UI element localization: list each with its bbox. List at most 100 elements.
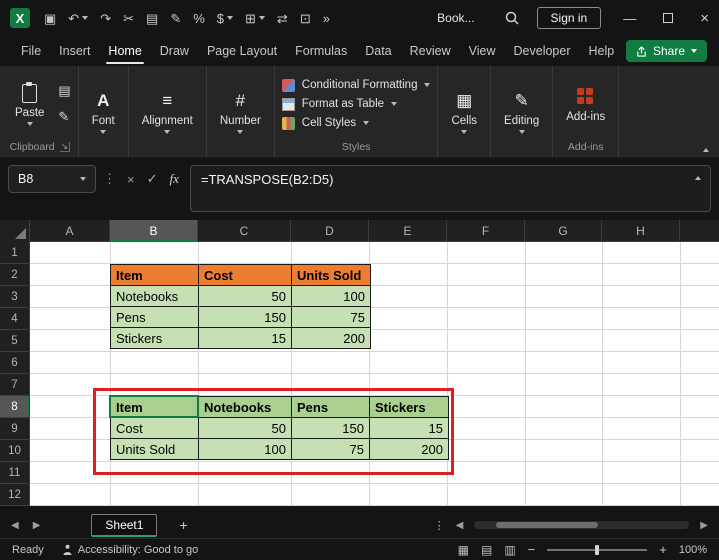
cells-button[interactable]: ▦ Cells <box>445 88 483 136</box>
tab-data[interactable]: Data <box>356 37 400 65</box>
new-sheet-button[interactable]: + <box>179 517 187 533</box>
tab-developer[interactable]: Developer <box>505 37 580 65</box>
column-header-f[interactable]: F <box>447 220 525 242</box>
tab-draw[interactable]: Draw <box>151 37 198 65</box>
scrollbar-thumb[interactable] <box>496 522 599 528</box>
cell-B4[interactable]: Pens <box>110 306 199 328</box>
row-header-2[interactable]: 2 <box>0 264 30 286</box>
insert-function-icon[interactable]: fx <box>170 171 179 187</box>
more-commands-icon[interactable]: » <box>323 12 330 25</box>
font-button[interactable]: A Font <box>86 88 121 136</box>
scroll-right-icon[interactable]: ▶ <box>697 520 711 531</box>
cell-E10[interactable]: 200 <box>369 438 449 460</box>
cell-D8[interactable]: Pens <box>291 396 370 418</box>
row-header-5[interactable]: 5 <box>0 330 30 352</box>
cell-C3[interactable]: 50 <box>198 285 292 307</box>
cell-B2[interactable]: Item <box>110 264 199 286</box>
formula-bar-options-icon[interactable]: ⋮ <box>103 165 116 187</box>
tab-view[interactable]: View <box>460 37 505 65</box>
addins-button[interactable]: Add-ins <box>560 84 611 125</box>
accessibility-checker[interactable]: Accessibility: Good to go <box>62 544 198 556</box>
row-header-7[interactable]: 7 <box>0 374 30 396</box>
cancel-icon[interactable]: × <box>127 172 135 187</box>
row-header-1[interactable]: 1 <box>0 242 30 264</box>
cell-B3[interactable]: Notebooks <box>110 285 199 307</box>
sheet-tab-sheet1[interactable]: Sheet1 <box>91 513 158 537</box>
clipboard-dialog-launcher[interactable]: ↘ <box>59 142 71 152</box>
zoom-slider-thumb[interactable] <box>595 544 600 555</box>
format-painter-icon[interactable]: ✎ <box>170 12 181 25</box>
prev-sheet-icon[interactable]: ◀ <box>8 520 22 531</box>
cell-D2[interactable]: Units Sold <box>291 264 371 286</box>
column-header-a[interactable]: A <box>30 220 110 242</box>
normal-view-icon[interactable]: ▦ <box>458 543 469 557</box>
cell-B8[interactable]: Item <box>110 396 199 418</box>
copy-button[interactable]: ▤ <box>58 83 70 99</box>
enter-icon[interactable]: ✓ <box>147 171 158 187</box>
zoom-in-icon[interactable]: + <box>659 542 667 557</box>
formula-input[interactable]: =TRANSPOSE(B2:D5) <box>189 165 711 212</box>
row-header-3[interactable]: 3 <box>0 286 30 308</box>
close-button[interactable]: × <box>700 10 709 27</box>
cell-D10[interactable]: 75 <box>291 438 370 460</box>
cell-E9[interactable]: 15 <box>369 417 449 439</box>
cell-C2[interactable]: Cost <box>198 264 292 286</box>
column-header-h[interactable]: H <box>602 220 680 242</box>
scrollbar-options-icon[interactable]: ⋮ <box>434 519 445 532</box>
next-sheet-icon[interactable]: ▶ <box>30 520 44 531</box>
row-header-9[interactable]: 9 <box>0 418 30 440</box>
search-icon[interactable] <box>505 11 519 25</box>
column-header-g[interactable]: G <box>525 220 602 242</box>
tab-help[interactable]: Help <box>580 37 624 65</box>
save-icon[interactable]: ▣ <box>44 12 56 25</box>
excel-logo-icon[interactable]: X <box>10 8 30 28</box>
column-header-b[interactable]: B <box>110 220 198 242</box>
conditional-formatting-button[interactable]: Conditional Formatting <box>281 78 431 92</box>
row-header-4[interactable]: 4 <box>0 308 30 330</box>
cell-C9[interactable]: 50 <box>198 417 292 439</box>
undo-icon[interactable]: ↶ <box>68 12 89 25</box>
editing-button[interactable]: ✎ Editing <box>498 88 545 136</box>
cell-B5[interactable]: Stickers <box>110 327 199 349</box>
cut-icon[interactable]: ✂ <box>123 12 134 25</box>
cell-styles-button[interactable]: Cell Styles <box>281 116 431 130</box>
number-button[interactable]: # Number <box>214 88 267 136</box>
row-header-6[interactable]: 6 <box>0 352 30 374</box>
cells-area[interactable]: Item Cost Units Sold Notebooks 50 100 Pe… <box>30 242 719 506</box>
minimize-button[interactable]: — <box>623 11 636 26</box>
scrollbar-track[interactable] <box>474 521 690 529</box>
merge-center-icon[interactable]: ⇄ <box>277 12 288 25</box>
collapse-ribbon-icon[interactable] <box>703 148 709 152</box>
tab-formulas[interactable]: Formulas <box>286 37 356 65</box>
tab-home[interactable]: Home <box>99 37 150 65</box>
cell-B9[interactable]: Cost <box>110 417 199 439</box>
select-all-button[interactable] <box>0 220 30 242</box>
tab-file[interactable]: File <box>12 37 50 65</box>
row-header-11[interactable]: 11 <box>0 462 30 484</box>
cell-B10[interactable]: Units Sold <box>110 438 199 460</box>
sign-in-button[interactable]: Sign in <box>536 7 602 29</box>
name-box[interactable]: B8 <box>8 165 96 193</box>
format-painter-button[interactable]: ✎ <box>58 109 70 125</box>
cell-D9[interactable]: 150 <box>291 417 370 439</box>
borders-icon[interactable]: ⊞ <box>245 12 265 25</box>
column-header-c[interactable]: C <box>198 220 291 242</box>
expand-formula-bar-icon[interactable] <box>695 176 701 180</box>
column-header-d[interactable]: D <box>291 220 369 242</box>
alignment-button[interactable]: ≡ Alignment <box>136 88 199 136</box>
cell-C10[interactable]: 100 <box>198 438 292 460</box>
cell-C8[interactable]: Notebooks <box>198 396 292 418</box>
row-header-8[interactable]: 8 <box>0 396 30 418</box>
page-break-view-icon[interactable]: ▥ <box>504 543 515 557</box>
cell-E8[interactable]: Stickers <box>369 396 449 418</box>
currency-style-icon[interactable]: $ <box>217 12 234 25</box>
copy-icon[interactable]: ▤ <box>146 12 158 25</box>
scroll-left-icon[interactable]: ◀ <box>453 520 467 531</box>
zoom-level[interactable]: 100% <box>679 544 707 556</box>
zoom-out-icon[interactable]: − <box>528 542 536 557</box>
row-header-10[interactable]: 10 <box>0 440 30 462</box>
column-header-e[interactable]: E <box>369 220 447 242</box>
screenshot-icon[interactable]: ⊡ <box>300 12 311 25</box>
format-as-table-button[interactable]: Format as Table <box>281 97 431 111</box>
cell-D5[interactable]: 200 <box>291 327 371 349</box>
